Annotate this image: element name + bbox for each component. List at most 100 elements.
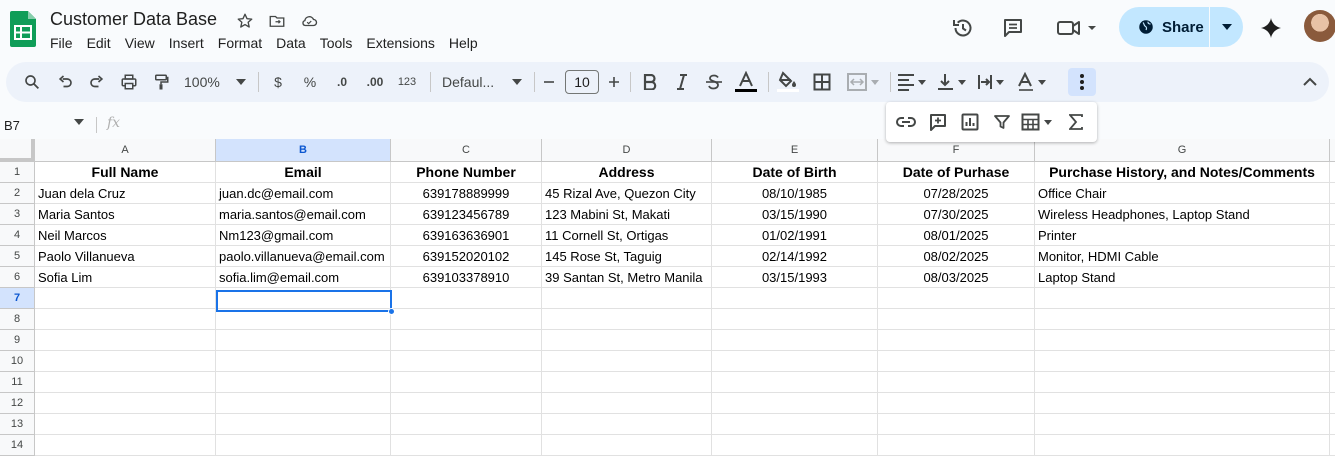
header-cell[interactable]: Address (542, 162, 712, 183)
column-header-a[interactable]: A (35, 139, 216, 162)
spreadsheet-grid[interactable]: A B C D E F G 1 Full Name Email Phone Number Addres… (0, 139, 1335, 462)
column-header[interactable] (1330, 139, 1335, 162)
meet-video-icon[interactable] (1053, 12, 1099, 44)
menu-insert[interactable]: Insert (162, 34, 211, 52)
cell[interactable] (878, 393, 1035, 414)
cell[interactable] (542, 372, 712, 393)
row-header-3[interactable]: 3 (0, 204, 35, 225)
data-cell[interactable]: 39 Santan St, Metro Manila (542, 267, 712, 288)
version-history-icon[interactable] (947, 12, 979, 44)
data-cell[interactable]: 01/02/1991 (712, 225, 878, 246)
filter-icon[interactable] (990, 108, 1014, 136)
cell[interactable] (35, 393, 216, 414)
row-header-7[interactable]: 7 (0, 288, 35, 309)
font-size-input[interactable]: 10 (565, 70, 599, 94)
data-cell[interactable]: Juan dela Cruz (35, 183, 216, 204)
header-cell[interactable]: Date of Birth (712, 162, 878, 183)
cell[interactable] (1330, 204, 1335, 225)
share-button[interactable]: Share (1119, 7, 1243, 47)
data-cell[interactable]: 639163636901 (391, 225, 542, 246)
data-cell[interactable]: Sofia Lim (35, 267, 216, 288)
row-header-12[interactable]: 12 (0, 393, 35, 414)
cell[interactable] (542, 309, 712, 330)
paint-format-icon[interactable] (149, 62, 173, 102)
row-header-13[interactable]: 13 (0, 414, 35, 435)
data-cell[interactable]: Maria Santos (35, 204, 216, 225)
data-cell[interactable]: Monitor, HDMI Cable (1035, 246, 1330, 267)
cell[interactable] (1330, 393, 1335, 414)
cell[interactable] (712, 393, 878, 414)
cell[interactable] (878, 435, 1035, 456)
insert-link-icon[interactable] (894, 108, 918, 136)
data-cell[interactable]: sofia.lim@email.com (216, 267, 391, 288)
data-cell[interactable]: 03/15/1990 (712, 204, 878, 225)
font-family-select[interactable]: Defaul... (442, 62, 522, 102)
formula-input[interactable] (130, 112, 1330, 136)
name-box[interactable]: B7 (4, 115, 88, 135)
cell[interactable] (878, 330, 1035, 351)
cell[interactable] (1330, 288, 1335, 309)
vertical-align-icon[interactable] (936, 62, 968, 102)
data-cell[interactable]: 639123456789 (391, 204, 542, 225)
cell[interactable] (542, 351, 712, 372)
cell[interactable] (35, 372, 216, 393)
cell[interactable] (35, 435, 216, 456)
fill-color-icon[interactable] (776, 62, 800, 102)
row-header-8[interactable]: 8 (0, 309, 35, 330)
cell[interactable] (1035, 372, 1330, 393)
data-cell[interactable]: 123 Mabini St, Makati (542, 204, 712, 225)
user-avatar[interactable] (1304, 10, 1335, 42)
header-cell[interactable]: Purchase History, and Notes/Comments (1035, 162, 1330, 183)
cell[interactable] (878, 372, 1035, 393)
cell[interactable] (1330, 414, 1335, 435)
cell[interactable] (35, 414, 216, 435)
insert-comment-icon[interactable] (926, 108, 950, 136)
cell[interactable] (542, 414, 712, 435)
cell[interactable] (1330, 309, 1335, 330)
increase-decimal-button[interactable]: .00 (362, 62, 388, 102)
insert-chart-icon[interactable] (958, 108, 982, 136)
cell[interactable] (712, 414, 878, 435)
select-all-corner[interactable] (0, 139, 35, 162)
cell[interactable] (1035, 309, 1330, 330)
italic-icon[interactable] (672, 62, 692, 102)
cell[interactable] (216, 372, 391, 393)
cell[interactable] (1330, 267, 1335, 288)
cell[interactable] (216, 435, 391, 456)
data-cell[interactable]: Paolo Villanueva (35, 246, 216, 267)
data-cell[interactable]: maria.santos@email.com (216, 204, 391, 225)
gemini-sparkle-icon[interactable] (1255, 12, 1287, 44)
column-header-c[interactable]: C (391, 139, 542, 162)
data-cell[interactable]: 639178889999 (391, 183, 542, 204)
cell[interactable] (878, 351, 1035, 372)
cell[interactable] (35, 288, 216, 309)
column-header-g[interactable]: G (1035, 139, 1330, 162)
decrease-decimal-button[interactable]: .0 (330, 62, 354, 102)
menu-help[interactable]: Help (442, 34, 485, 52)
search-menus-icon[interactable] (20, 62, 44, 102)
row-header-5[interactable]: 5 (0, 246, 35, 267)
cell[interactable] (878, 414, 1035, 435)
header-cell[interactable]: Date of Purhase (878, 162, 1035, 183)
merge-cells-icon[interactable] (844, 62, 884, 102)
row-header-11[interactable]: 11 (0, 372, 35, 393)
document-title[interactable]: Customer Data Base (50, 9, 217, 30)
data-cell[interactable]: 08/10/1985 (712, 183, 878, 204)
cell[interactable] (391, 393, 542, 414)
cell[interactable] (391, 330, 542, 351)
cell[interactable] (712, 309, 878, 330)
cell[interactable] (1330, 372, 1335, 393)
menu-view[interactable]: View (118, 34, 162, 52)
bold-icon[interactable] (640, 62, 660, 102)
menu-edit[interactable]: Edit (80, 34, 118, 52)
zoom-select[interactable]: 100% (184, 62, 246, 102)
number-format-button[interactable]: 123 (395, 62, 419, 102)
cell[interactable] (878, 309, 1035, 330)
column-header-e[interactable]: E (712, 139, 878, 162)
menu-file[interactable]: File (43, 34, 80, 52)
undo-icon[interactable] (53, 62, 77, 102)
cell[interactable] (542, 393, 712, 414)
menu-format[interactable]: Format (211, 34, 269, 52)
row-header-4[interactable]: 4 (0, 225, 35, 246)
cell[interactable] (712, 435, 878, 456)
